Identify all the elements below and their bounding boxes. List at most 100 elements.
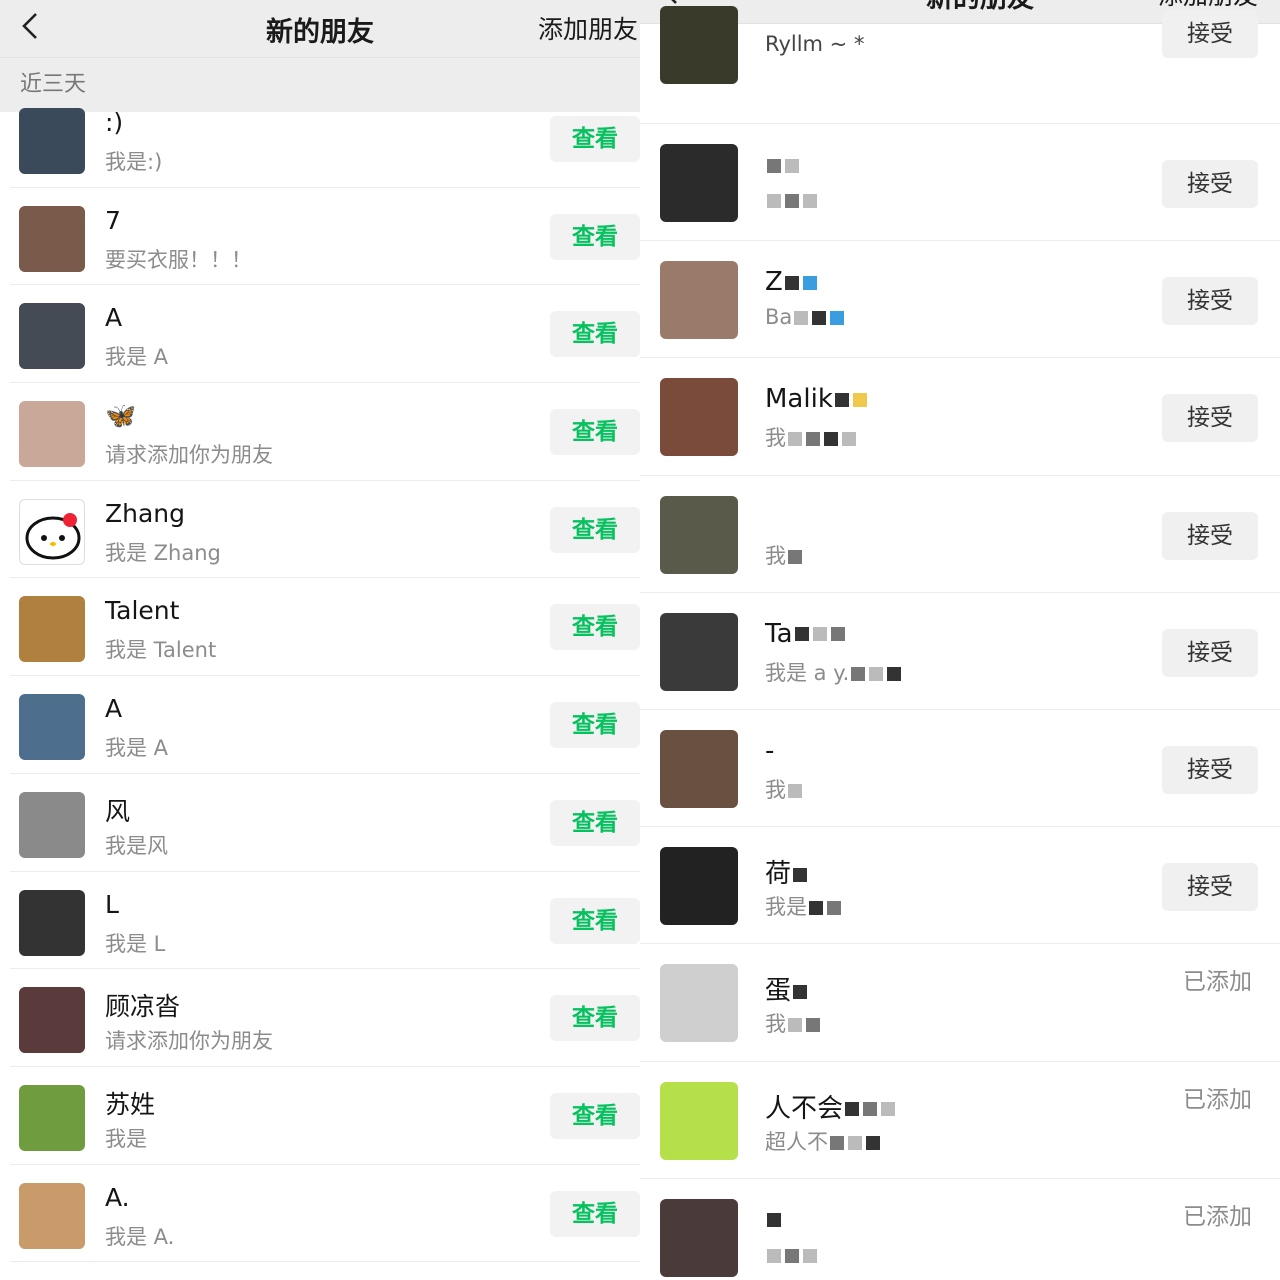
request-message: 我是 [765,891,843,921]
friend-request-row[interactable]: 🦋 请求添加你为朋友 查看 [10,383,640,481]
privacy-mosaic [852,392,867,407]
privacy-mosaic [830,1135,844,1150]
accept-button[interactable]: 接受 [1162,160,1258,208]
view-button[interactable]: 查看 [550,213,640,260]
friend-request-row[interactable]: L 我是 L 查看 [10,872,640,970]
friend-request-row[interactable]: 风我是风 查看 [10,774,640,872]
avatar [19,596,85,663]
request-message [765,188,819,212]
privacy-mosaic [803,1248,817,1263]
friend-request-row[interactable]: Ta 我是 a y. 接受 [640,593,1280,710]
avatar [19,694,85,761]
friend-request-row[interactable]: Z Ba 接受 [640,241,1280,359]
request-message: 我是 Zhang [105,540,221,565]
accept-button[interactable]: 接受 [1162,10,1258,58]
privacy-mosaic [830,627,845,642]
request-message: 超人不 [765,1126,882,1156]
privacy-mosaic [784,275,799,290]
friend-name: 🦋 [105,401,137,431]
add-friend-button[interactable]: 添加朋友 [538,10,638,46]
privacy-mosaic [834,392,849,407]
added-status: 已添加 [1183,1203,1252,1230]
view-button[interactable]: 查看 [550,897,640,944]
friend-request-row[interactable]: 接受 [640,124,1280,242]
view-button[interactable]: 查看 [550,116,640,162]
friend-name: 顾凉沓 [105,992,181,1022]
friend-request-row[interactable]: 苏姓 我是 查看 [10,1067,640,1165]
request-message: 我 [765,1008,822,1038]
friend-request-row[interactable]: - 我 接受 [640,710,1280,828]
privacy-mosaic [785,158,799,173]
friend-request-row[interactable]: 顾凉沓 请求添加你为朋友 查看 [10,969,640,1067]
friend-request-row[interactable]: 蛋我 已添加 [640,944,1280,1062]
friend-name: 苏姓 [105,1089,156,1119]
friend-name [765,150,801,180]
friend-request-row[interactable]: 已添加 [640,1179,1280,1280]
view-button[interactable]: 查看 [550,1092,640,1139]
friend-request-row[interactable]: Zhang 我是 Zhang 查看 [10,481,640,579]
added-status: 已添加 [1183,1086,1252,1113]
friend-name: 蛋 [765,970,809,1007]
avatar [19,791,85,858]
request-message: 我是 a y. [765,657,903,687]
privacy-mosaic [812,627,827,642]
view-button[interactable]: 查看 [550,311,640,358]
view-button[interactable]: 查看 [550,506,640,553]
view-button[interactable]: 查看 [550,799,640,846]
privacy-mosaic [830,311,845,326]
avatar [19,401,85,468]
privacy-mosaic [881,1102,896,1116]
avatar [19,987,85,1054]
friend-request-row[interactable]: A 我是 A 查看 [10,676,640,774]
avatar [19,1182,85,1249]
view-button[interactable]: 查看 [550,604,640,651]
friend-name: Zhang [105,498,186,528]
request-message: 我 [765,774,804,804]
friend-request-row[interactable]: Malik 我 接受 [640,358,1280,476]
friend-request-row[interactable]: Talent 我是 Talent 查看 [10,578,640,677]
privacy-mosaic [788,783,802,798]
friend-request-row[interactable]: A 我是 A 查看 [10,285,640,384]
friend-request-row[interactable]: 7 要买衣服！！！ 查看 [10,188,640,286]
friend-name: A [105,694,123,724]
privacy-mosaic [851,666,866,681]
request-message: 我 [765,540,804,570]
privacy-mosaic [785,194,799,208]
view-button[interactable]: 查看 [550,1190,640,1237]
friend-request-row[interactable]: 荷我是 接受 [640,827,1280,945]
avatar [19,498,85,565]
friend-name: Z [765,267,819,297]
accept-button[interactable]: 接受 [1162,394,1258,443]
avatar [660,378,738,457]
avatar [19,108,85,174]
request-message: 我是风 [105,833,168,858]
friend-request-row[interactable]: Ryllm ~ * 接受 [640,6,1280,124]
accept-button[interactable]: 接受 [1162,628,1258,677]
friend-request-row[interactable]: 人不会 超人不 已添加 [640,1062,1280,1179]
avatar [660,1081,738,1160]
privacy-mosaic [785,1248,799,1263]
accept-button[interactable]: 接受 [1162,745,1258,794]
request-message: 我是 Talent [105,638,217,663]
privacy-mosaic [866,1135,880,1150]
view-button[interactable]: 查看 [550,409,640,456]
view-button[interactable]: 查看 [550,995,640,1042]
accept-button[interactable]: 接受 [1162,277,1258,326]
privacy-mosaic [767,1213,781,1228]
accept-button[interactable]: 接受 [1162,863,1258,912]
friend-name: Talent [105,596,180,626]
request-message: Ryllm ~ * [765,32,865,56]
privacy-mosaic [802,275,817,290]
privacy-mosaic [767,194,781,208]
left-pane: 新的朋友 添加朋友 近三天 :) 我是:) 查看 7 要买衣服！！！ 查看 A 我是 A 查看 🦋… [0,0,640,1280]
view-button[interactable]: 查看 [550,702,640,749]
privacy-mosaic [806,1018,820,1033]
request-message: 我是 A [105,736,169,761]
privacy-mosaic [788,432,802,447]
friend-request-row[interactable]: A. 我是 A. 查看 [10,1165,640,1263]
friend-request-row[interactable]: :) 我是:) 查看 [10,90,640,188]
avatar [19,889,85,956]
accept-button[interactable]: 接受 [1162,511,1258,560]
friend-request-row[interactable]: 我 接受 [640,476,1280,593]
request-message: 我 [765,422,858,452]
